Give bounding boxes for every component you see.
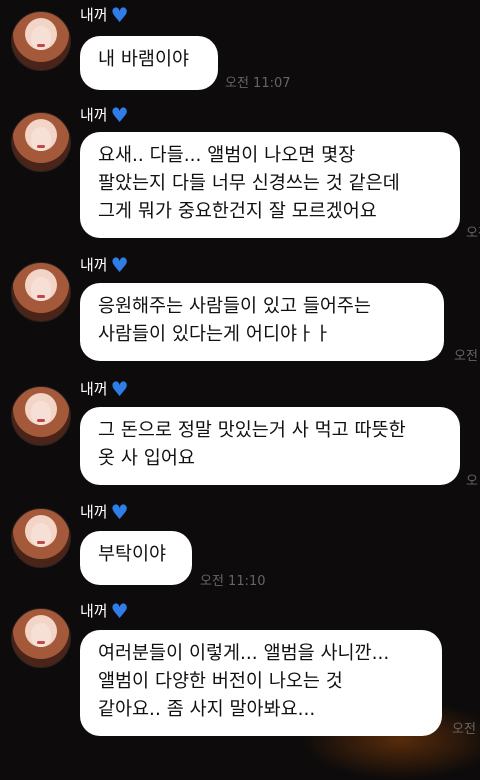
sender-name: 내꺼 ♥ (80, 2, 129, 27)
message-line: 응원해주는 사람들이 있고 들어주는 (98, 296, 371, 317)
message-line: 같아요.. 좀 사지 말아봐요... (98, 699, 316, 720)
avatar[interactable] (11, 386, 71, 446)
avatar[interactable] (11, 112, 71, 172)
blue-heart-icon: ♥ (110, 598, 129, 623)
sender-name: 내꺼 ♥ (80, 376, 129, 401)
message-line: 사람들이 있다는게 어디야ㅏㅏ (98, 324, 332, 345)
avatar[interactable] (11, 508, 71, 568)
sender-name: 내꺼 ♥ (80, 499, 129, 524)
message-line: 그게 뭐가 중요한건지 잘 모르겠어요 (98, 201, 377, 222)
sender-name: 내꺼 ♥ (80, 102, 129, 127)
avatar[interactable] (11, 262, 71, 322)
avatar[interactable] (11, 11, 71, 71)
blue-heart-icon: ♥ (110, 499, 129, 524)
message-line: 부탁이야 (98, 544, 167, 565)
message-time: 오 (466, 474, 478, 489)
blue-heart-icon: ♥ (110, 2, 129, 27)
message-line: 그 돈으로 정말 맛있는거 사 먹고 따뜻한 (98, 420, 406, 441)
sender-name: 내꺼 ♥ (80, 598, 129, 623)
blue-heart-icon: ♥ (110, 252, 129, 277)
message-bubble[interactable]: 내 바램이야 (80, 36, 218, 90)
message-bubble[interactable]: 요새.. 다들... 앨범이 나오면 몇장 팔았는지 다들 너무 신경쓰는 것 … (80, 132, 460, 238)
message-time: 오전 11:10 (200, 574, 266, 589)
message-bubble[interactable]: 그 돈으로 정말 맛있는거 사 먹고 따뜻한 옷 사 입어요 (80, 407, 460, 485)
message-bubble[interactable]: 부탁이야 (80, 531, 192, 585)
blue-heart-icon: ♥ (110, 102, 129, 127)
message-line: 여러분들이 이렇게... 앨범을 사니깐... (98, 643, 390, 664)
message-bubble[interactable]: 응원해주는 사람들이 있고 들어주는 사람들이 있다는게 어디야ㅏㅏ (80, 283, 444, 361)
message-time: 오전 (466, 226, 480, 241)
avatar[interactable] (11, 608, 71, 668)
message-line: 앨범이 다양한 버전이 나오는 것 (98, 671, 343, 692)
message-line: 요새.. 다들... 앨범이 나오면 몇장 (98, 145, 356, 166)
message-line: 내 바램이야 (98, 49, 189, 70)
message-time: 오전 (454, 349, 478, 364)
message-line: 팔았는지 다들 너무 신경쓰는 것 같은데 (98, 173, 400, 194)
blue-heart-icon: ♥ (110, 376, 129, 401)
message-time: 오전 11:07 (225, 76, 291, 91)
message-line: 옷 사 입어요 (98, 448, 195, 469)
sender-name: 내꺼 ♥ (80, 252, 129, 277)
message-time: 오전 (452, 722, 476, 737)
message-bubble[interactable]: 여러분들이 이렇게... 앨범을 사니깐... 앨범이 다양한 버전이 나오는 … (80, 630, 442, 736)
